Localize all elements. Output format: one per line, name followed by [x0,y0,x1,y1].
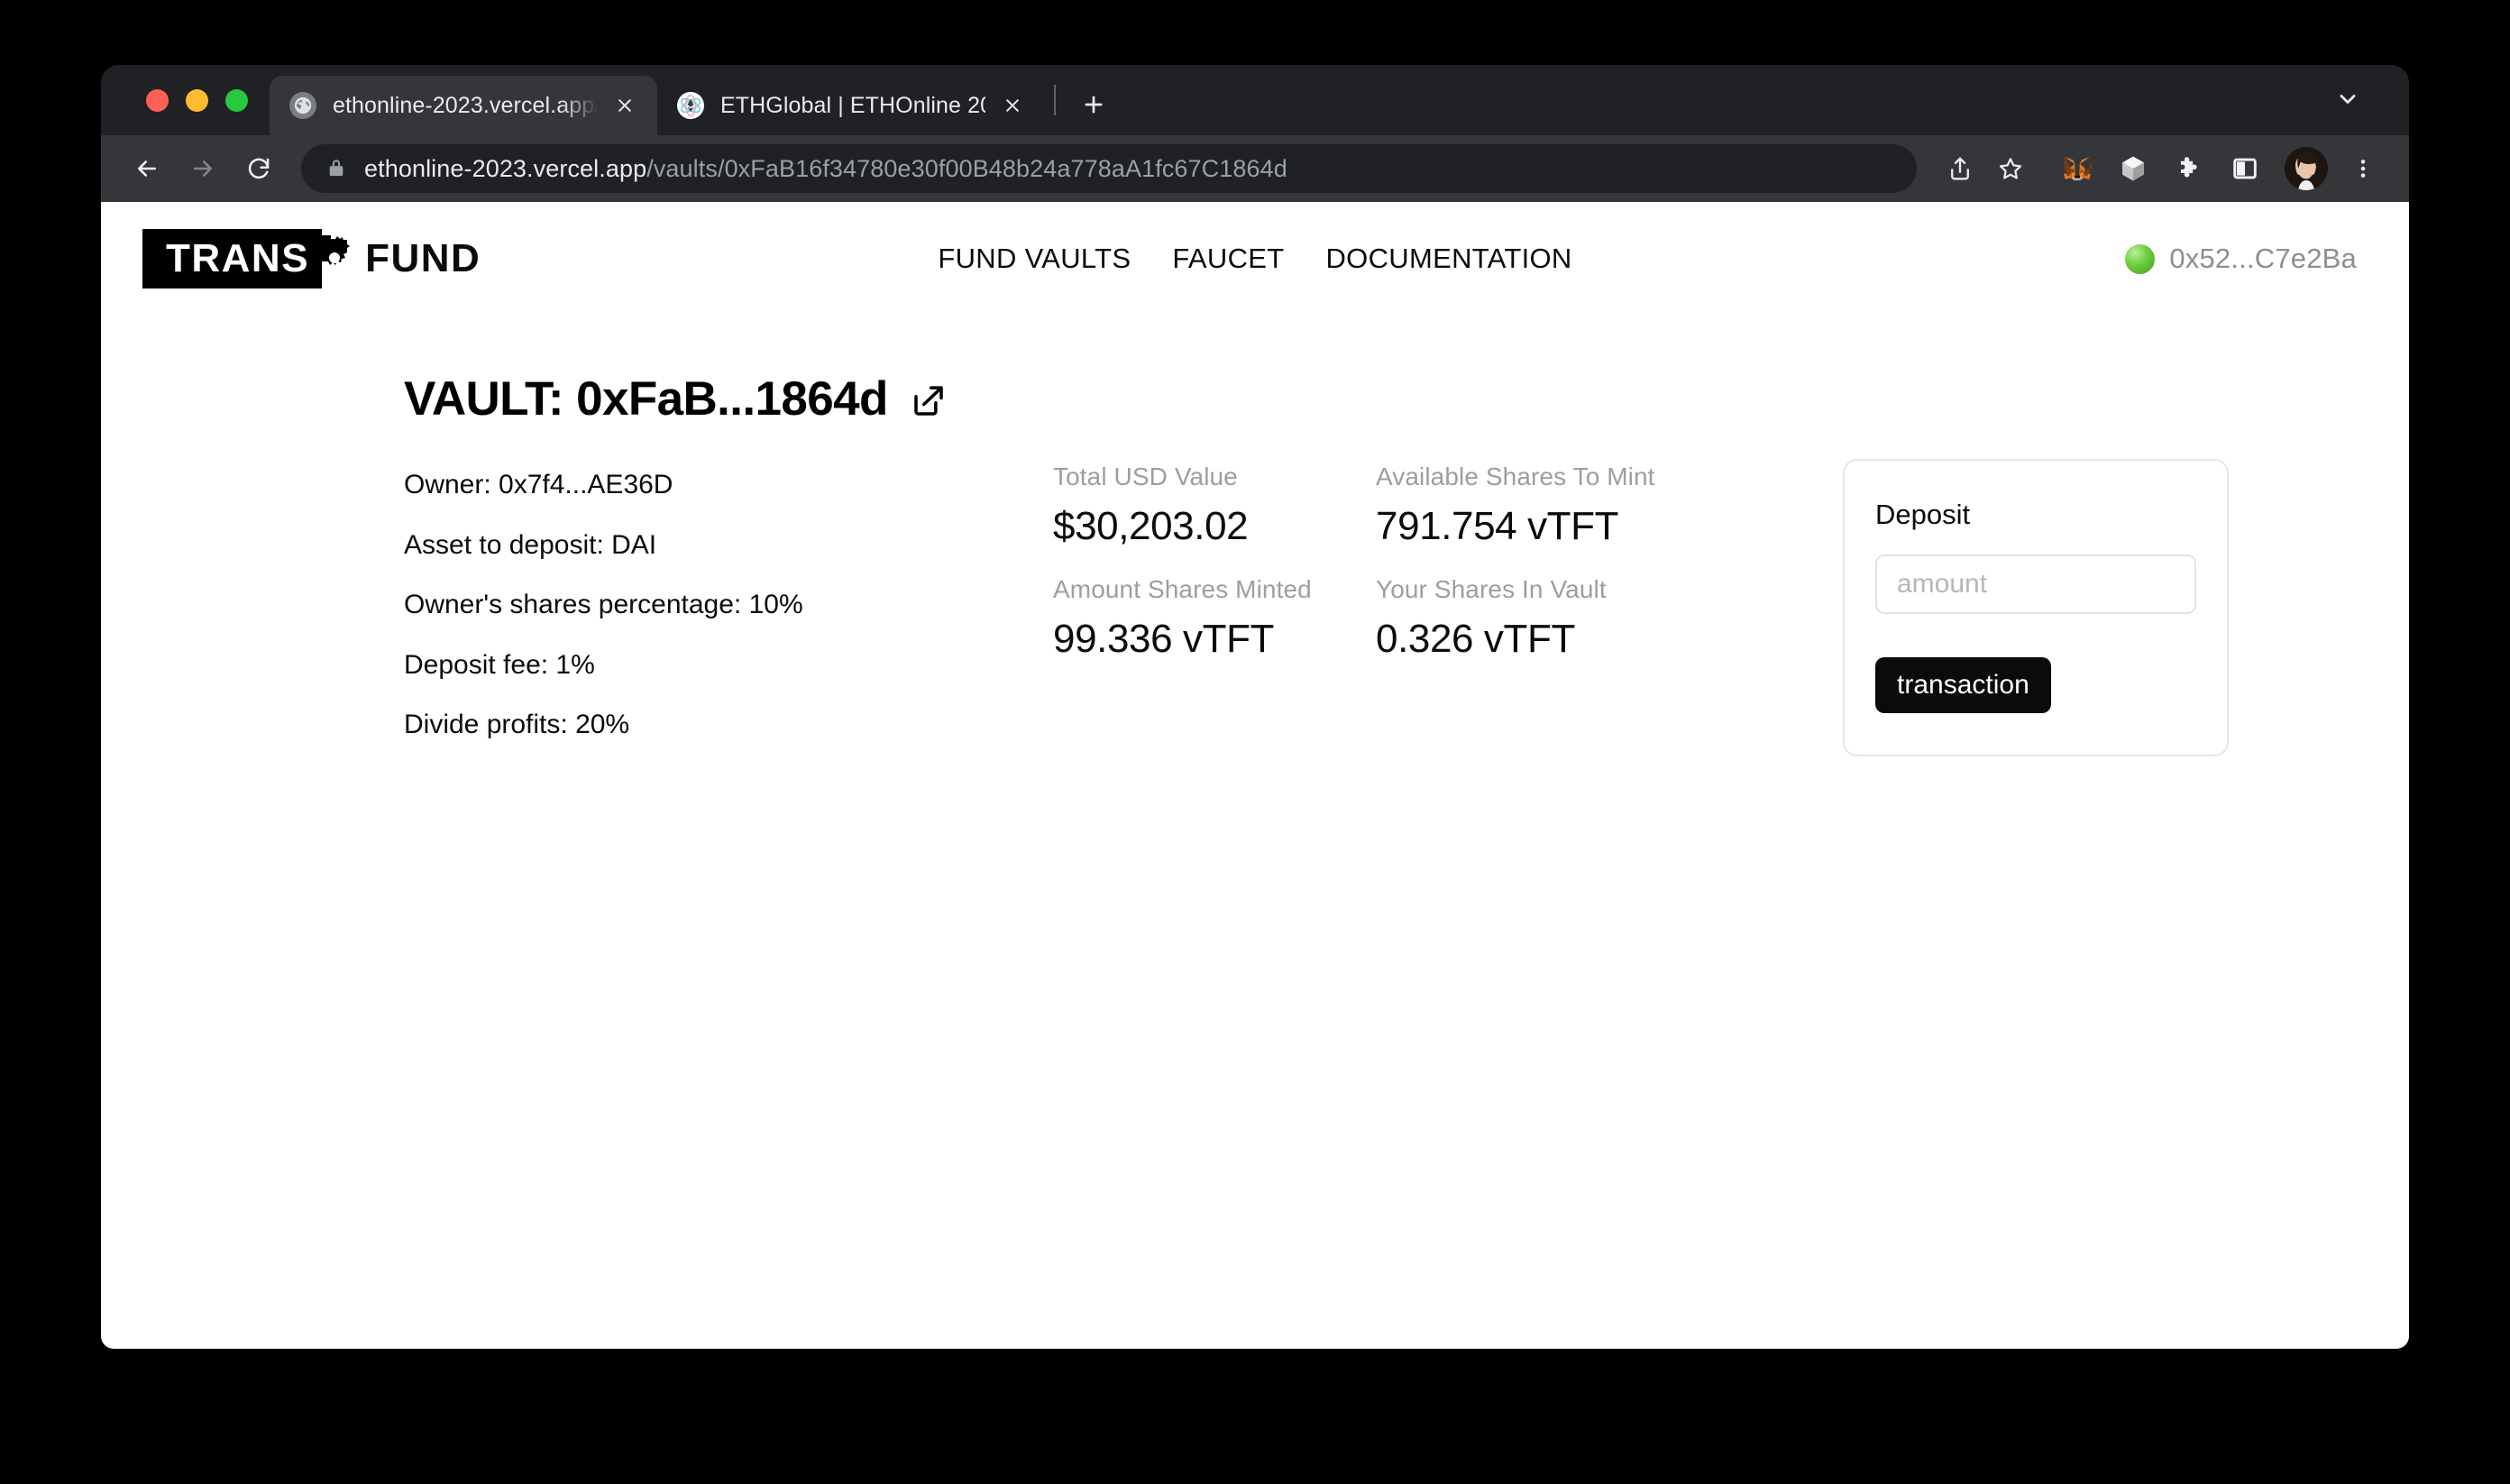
detail-asset: Asset to deposit: DAI [404,529,657,560]
page-content: TRANS FUND FUND VAULTS FAUCET DOCUMENTAT… [101,202,2409,1349]
three-dot-menu-icon[interactable] [2341,143,2386,194]
detail-deposit-fee: Deposit fee: 1% [404,649,595,680]
extension-icons [2052,143,2386,194]
logo-text-trans: TRANS [166,236,310,280]
reload-icon[interactable] [233,142,285,195]
lock-icon [326,157,346,180]
stat-value: 791.754 vTFT [1376,504,1619,548]
stat-label: Your Shares In Vault [1376,574,1607,603]
cube-icon[interactable] [2108,143,2158,194]
logo-block: TRANS [142,229,323,289]
tab-list: ethonline-2023.vercel.app/vau ETHGlobal … [270,65,1119,135]
nav-link-fund-vaults[interactable]: FUND VAULTS [938,243,1131,275]
detail-owner: Owner: 0x7f4...AE36D [404,470,673,499]
browser-tab-2[interactable]: ETHGlobal | ETHOnline 2023 [657,76,1045,135]
wallet-badge[interactable]: 0x52...C7e2Ba [2125,243,2357,275]
page-title: VAULT: 0xFaB...1864d [404,372,888,426]
address-bar-text: ethonline-2023.vercel.app/vaults/0xFaB16… [364,155,1287,183]
wallet-status-icon [2125,243,2156,274]
detail-owner-shares: Owner's shares percentage: 10% [404,590,803,619]
share-icon[interactable] [1935,143,1985,194]
side-panel-icon[interactable] [2220,143,2270,194]
vault-stats: Total USD Value $30,203.02 Available Sha… [1053,455,1843,662]
puzzle-icon[interactable] [2164,143,2214,194]
chevron-down-icon[interactable] [2324,76,2371,123]
stats-row: Total USD Value $30,203.02 Available Sha… [1053,463,1843,550]
vault-body: VAULT: 0xFaB...1864d Owner: 0x7f4...AE36… [101,316,2409,756]
tab-title: ETHGlobal | ETHOnline 2023 [720,92,985,118]
external-link-icon[interactable] [910,382,948,420]
close-tab-button[interactable] [607,87,643,124]
stat-available-shares-to-mint: Available Shares To Mint 791.754 vTFT [1376,463,1699,550]
vault-details: Owner: 0x7f4...AE36D Asset to deposit: D… [404,455,1053,742]
traffic-lights [128,65,270,135]
stat-label: Total USD Value [1053,463,1238,490]
stat-value: 0.326 vTFT [1376,616,1575,661]
avatar[interactable] [2285,147,2328,190]
back-arrow-icon[interactable] [121,142,173,195]
logo-text-fund: FUND [365,236,481,280]
stat-value: $30,203.02 [1053,504,1249,548]
address-bar[interactable]: ethonline-2023.vercel.app/vaults/0xFaB16… [301,144,1917,193]
site-logo[interactable]: TRANS FUND [142,229,481,289]
browser-toolbar: ethonline-2023.vercel.app/vaults/0xFaB16… [101,135,2409,202]
metamask-fox-icon[interactable] [2052,143,2102,194]
maximize-window-button[interactable] [225,88,248,112]
detail-divide-profits: Divide profits: 20% [404,710,630,739]
url-host: ethonline-2023.vercel.app [364,154,647,182]
star-icon[interactable] [1985,143,2036,194]
deposit-card: Deposit transaction [1843,459,2229,756]
vault-title-row: VAULT: 0xFaB...1864d [101,375,2409,423]
stat-your-shares-in-vault: Your Shares In Vault 0.326 vTFT [1376,575,1699,663]
stat-label: Amount Shares Minted [1053,574,1312,603]
browser-window: ethonline-2023.vercel.app/vau ETHGlobal … [101,65,2409,1349]
new-tab-button[interactable] [1068,79,1119,130]
close-tab-button[interactable] [994,87,1031,124]
stats-row: Amount Shares Minted 99.336 vTFT Your Sh… [1053,575,1843,663]
site-header: TRANS FUND FUND VAULTS FAUCET DOCUMENTAT… [101,202,2409,316]
stat-total-usd-value: Total USD Value $30,203.02 [1053,463,1376,550]
omnibox-actions [1935,143,2036,194]
tab-strip: ethonline-2023.vercel.app/vau ETHGlobal … [101,65,2409,135]
transaction-button[interactable]: transaction [1875,657,2051,713]
tab-separator [1054,85,1056,115]
stat-value: 99.336 vTFT [1053,616,1275,661]
stat-label: Available Shares To Mint [1376,463,1655,490]
wallet-address: 0x52...C7e2Ba [2169,243,2357,274]
vault-grid: Owner: 0x7f4...AE36D Asset to deposit: D… [101,455,2409,756]
stat-amount-shares-minted: Amount Shares Minted 99.336 vTFT [1053,575,1376,663]
ethglobal-icon [677,92,704,119]
forward-arrow-icon [177,142,229,195]
globe-icon [289,92,316,119]
deposit-title: Deposit [1875,499,1971,530]
url-path: /vaults/0xFaB16f34780e30f00B48b24a778aA1… [646,154,1287,182]
main-nav: FUND VAULTS FAUCET DOCUMENTATION [938,243,1571,275]
tab-title: ethonline-2023.vercel.app/vau [333,92,598,118]
amount-input[interactable] [1875,554,2196,614]
nav-link-faucet[interactable]: FAUCET [1172,243,1284,275]
gear-icon [320,235,360,282]
minimize-window-button[interactable] [186,88,208,112]
nav-link-documentation[interactable]: DOCUMENTATION [1325,243,1571,275]
browser-tab-1[interactable]: ethonline-2023.vercel.app/vau [270,76,657,135]
close-window-button[interactable] [146,88,169,112]
